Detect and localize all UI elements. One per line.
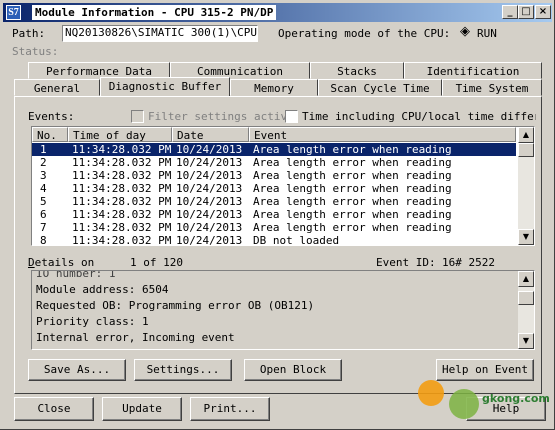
row-event: Area length error when reading	[253, 156, 452, 169]
row-time: 11:34:28.032 PM	[72, 182, 172, 195]
row-date: 10/24/2013	[176, 195, 243, 208]
watermark-gear-icon	[418, 380, 444, 406]
column-header-date[interactable]: Date	[172, 127, 249, 142]
row-date: 10/24/2013	[176, 156, 243, 169]
tab-time-system[interactable]: Time System	[442, 79, 542, 96]
open-block-button[interactable]: Open Block	[244, 359, 342, 381]
row-no: 8	[40, 234, 47, 246]
row-date: 10/24/2013	[176, 234, 243, 246]
row-event: DB not loaded	[253, 234, 340, 246]
operating-mode-value: RUN	[477, 27, 497, 40]
save-as-button[interactable]: Save As...	[28, 359, 126, 381]
row-event: Area length error when reading	[253, 169, 452, 182]
column-header-time[interactable]: Time of day	[68, 127, 172, 142]
row-date: 10/24/2013	[176, 221, 243, 234]
watermark-gear-icon	[449, 389, 479, 419]
window-title: Module Information - CPU 315-2 PN/DP	[32, 5, 277, 20]
table-row[interactable]: 8 11:34:28.032 PM 10/24/2013 DB not load…	[32, 234, 516, 246]
scroll-down-icon[interactable]: ▼	[518, 333, 534, 349]
row-time: 11:34:28.032 PM	[72, 221, 172, 234]
details-on-label: Details on	[28, 256, 95, 269]
row-no: 6	[40, 208, 47, 221]
tab-general[interactable]: General	[14, 79, 100, 96]
minimize-icon[interactable]: _	[502, 5, 518, 19]
row-event: Area length error when reading	[253, 195, 452, 208]
close-button[interactable]: Close	[14, 397, 94, 421]
row-no: 7	[40, 221, 47, 234]
tab-diagnostic-buffer[interactable]: Diagnostic Buffer	[100, 77, 230, 96]
event-id-label: Event ID:	[376, 256, 436, 269]
table-row[interactable]: 6 11:34:28.032 PM 10/24/2013 Area length…	[32, 208, 516, 221]
help-on-event-button[interactable]: Help on Event	[436, 359, 534, 381]
details-scrollbar[interactable]: ▲ ▼	[518, 271, 534, 349]
tab-memory[interactable]: Memory	[230, 79, 318, 96]
print-button[interactable]: Print...	[190, 397, 270, 421]
row-no: 3	[40, 169, 47, 182]
event-details-box[interactable]: IO number: 1 Module address: 6504 Reques…	[31, 270, 535, 350]
row-no: 2	[40, 156, 47, 169]
scroll-up-icon[interactable]: ▲	[518, 127, 534, 143]
tab-stacks[interactable]: Stacks	[310, 62, 404, 79]
row-event: Area length error when reading	[253, 208, 452, 221]
title-bar: S7 Module Information - CPU 315-2 PN/DP …	[3, 3, 552, 22]
column-header-no[interactable]: No.	[32, 127, 68, 142]
table-row[interactable]: 3 11:34:28.032 PM 10/24/2013 Area length…	[32, 169, 516, 182]
scroll-up-icon[interactable]: ▲	[518, 271, 534, 287]
scroll-thumb[interactable]	[518, 143, 534, 157]
event-id-value: 16# 2522	[442, 256, 495, 269]
maximize-icon[interactable]: □	[518, 5, 534, 19]
detail-line: Requested OB: Programming error OB (OB12…	[36, 299, 315, 312]
table-row[interactable]: 1 11:34:28.032 PM 10/24/2013 Area length…	[32, 143, 516, 156]
row-event: Area length error when reading	[253, 221, 452, 234]
details-position: 1 of 120	[130, 256, 183, 269]
detail-line: Priority class: 1	[36, 315, 149, 328]
row-no: 1	[40, 143, 47, 156]
run-mode-icon: ◈	[460, 24, 470, 39]
status-label: Status:	[12, 45, 59, 58]
events-scrollbar[interactable]: ▲ ▼	[518, 127, 534, 245]
row-no: 4	[40, 182, 47, 195]
detail-line: Module address: 6504	[36, 283, 169, 296]
row-time: 11:34:28.032 PM	[72, 143, 172, 156]
column-header-event[interactable]: Event	[249, 127, 516, 142]
row-date: 10/24/2013	[176, 182, 243, 195]
filter-settings-label: Filter settings activ	[148, 110, 288, 123]
module-information-window: S7 Module Information - CPU 315-2 PN/DP …	[0, 0, 555, 430]
row-time: 11:34:28.032 PM	[72, 195, 172, 208]
update-button[interactable]: Update	[102, 397, 182, 421]
operating-mode-label: Operating mode of the CPU:	[278, 27, 451, 40]
time-including-label: Time including CPU/local time differenc	[302, 110, 536, 123]
row-time: 11:34:28.032 PM	[72, 208, 172, 221]
tab-scan-cycle-time[interactable]: Scan Cycle Time	[318, 79, 442, 96]
row-event: Area length error when reading	[253, 182, 452, 195]
row-date: 10/24/2013	[176, 143, 243, 156]
path-label: Path:	[12, 27, 46, 40]
row-time: 11:34:28.032 PM	[72, 234, 172, 246]
app-icon: S7	[6, 5, 21, 20]
row-time: 11:34:28.032 PM	[72, 169, 172, 182]
events-table: No. Time of day Date Event 1 11:34:28.03…	[31, 126, 535, 246]
details-label-text: etails on	[34, 256, 95, 269]
row-no: 5	[40, 195, 47, 208]
table-row[interactable]: 7 11:34:28.032 PM 10/24/2013 Area length…	[32, 221, 516, 234]
row-event: Area length error when reading	[253, 143, 452, 156]
row-date: 10/24/2013	[176, 169, 243, 182]
table-row[interactable]: 5 11:34:28.032 PM 10/24/2013 Area length…	[32, 195, 516, 208]
detail-line: Internal error, Incoming event	[36, 331, 235, 344]
time-including-checkbox[interactable]	[285, 110, 298, 123]
row-date: 10/24/2013	[176, 208, 243, 221]
path-field[interactable]: NQ20130826\SIMATIC 300(1)\CPU 31	[62, 25, 258, 42]
row-time: 11:34:28.032 PM	[72, 156, 172, 169]
scroll-thumb[interactable]	[518, 291, 534, 305]
settings-button[interactable]: Settings...	[134, 359, 232, 381]
table-row[interactable]: 4 11:34:28.032 PM 10/24/2013 Area length…	[32, 182, 516, 195]
table-row[interactable]: 2 11:34:28.032 PM 10/24/2013 Area length…	[32, 156, 516, 169]
tab-identification[interactable]: Identification	[404, 62, 542, 79]
filter-settings-checkbox	[131, 110, 144, 123]
watermark-text: gkong.com	[482, 392, 550, 405]
close-icon[interactable]: ×	[535, 5, 551, 19]
scroll-down-icon[interactable]: ▼	[518, 229, 534, 245]
detail-line: IO number: 1	[36, 270, 116, 280]
events-label: Events:	[28, 110, 75, 123]
